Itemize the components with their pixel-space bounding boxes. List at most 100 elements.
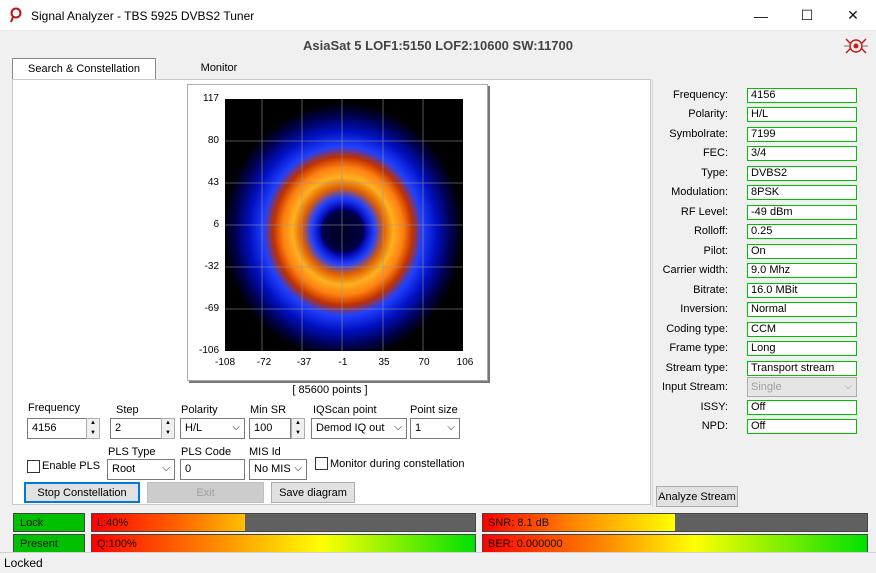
frequency-input[interactable]: 4156 [27,418,87,439]
prop-input-stream-value: Single [751,381,782,393]
iqscan-value: Demod IQ out [316,422,385,434]
prop-symbolrate-value: 7199 [747,127,857,142]
y-tick: -69 [204,303,219,314]
prop-issy-value: Off [747,400,857,415]
prop-input-stream-label: Input Stream: [661,381,728,393]
prop-frequency-label: Frequency: [672,89,728,101]
quality-meter-text: Q:100% [97,538,137,550]
prop-stream-type-label: Stream type: [665,362,728,374]
lock-indicator: Lock [13,513,85,532]
min-sr-label: Min SR [250,404,287,416]
iqscan-label: IQScan point [313,404,377,416]
point-size-value: 1 [415,422,422,434]
prop-type-label: Type: [701,167,728,179]
min-sr-input[interactable]: 100 [249,418,291,439]
prop-frame-type-label: Frame type: [669,342,728,354]
enable-pls-checkbox[interactable] [27,460,40,473]
pls-code-input[interactable]: 0 [180,459,245,480]
prop-inversion-label: Inversion: [680,303,728,315]
iqscan-select[interactable]: Demod IQ out ⌵ [311,418,407,439]
prop-rolloff-value: 0.25 [747,224,857,239]
status-bar: Locked [0,552,876,573]
x-tick: -72 [256,357,272,368]
pls-type-select[interactable]: Root ⌵ [107,459,175,480]
prop-npd-label: NPD: [701,420,728,432]
prop-pilot-value: On [747,244,857,259]
y-tick: -106 [198,345,219,356]
logo-icon [842,33,870,59]
chevron-down-icon: ⌵ [447,422,455,433]
min-sr-spinner[interactable]: ▲ ▼ [291,418,305,439]
prop-frame-type-value: Long [747,341,857,356]
satellite-header: AsiaSat 5 LOF1:5150 LOF2:10600 SW:11700 [302,38,573,53]
minimize-button[interactable]: — [738,0,784,31]
x-tick: -37 [296,357,312,368]
x-tick: 106 [456,357,474,368]
prop-carrier-width-value: 9.0 Mhz [747,263,857,278]
prop-stream-type-value: Transport stream [747,361,857,376]
prop-rf-level-value: -49 dBm [747,205,857,220]
mis-id-label: MIS Id [249,446,281,458]
constellation-svg [225,99,463,351]
mis-id-select[interactable]: No MIS ⌵ [249,459,307,480]
prop-pilot-label: Pilot: [703,245,728,257]
prop-bitrate-label: Bitrate: [693,284,728,296]
ber-meter-text: BER: 0.000000 [488,538,563,550]
step-label: Step [116,404,139,416]
pls-code-label: PLS Code [181,446,232,458]
chevron-down-icon: ⌵ [294,463,302,474]
prop-issy-label: ISSY: [700,401,728,413]
close-button[interactable]: ✕ [830,0,876,31]
y-tick: -32 [204,261,219,272]
monitor-during-label: Monitor during constellation [330,458,465,470]
step-spinner[interactable]: ▲ ▼ [161,418,175,439]
point-size-select[interactable]: 1 ⌵ [410,418,460,439]
y-tick: 80 [207,135,219,146]
y-tick: 43 [207,177,219,188]
y-tick: 6 [213,219,219,230]
monitor-during-checkbox[interactable] [315,457,328,470]
prop-input-stream-select[interactable]: Single ⌵ [747,377,857,397]
chevron-down-icon: ⌵ [844,381,852,392]
chevron-down-icon: ⌵ [394,422,402,433]
pls-type-value: Root [112,463,136,475]
enable-pls-label: Enable PLS [42,460,101,472]
x-tick: -108 [214,357,235,368]
prop-coding-type-label: Coding type: [666,323,728,335]
stop-constellation-button[interactable]: Stop Constellation [24,482,140,503]
save-diagram-button[interactable]: Save diagram [271,482,355,503]
prop-frequency-value: 4156 [747,88,857,103]
frequency-label: Frequency [28,402,80,414]
prop-coding-type-value: CCM [747,322,857,337]
prop-polarity-value: H/L [747,107,857,122]
polarity-label: Polarity [181,404,218,416]
chevron-down-icon: ⌵ [232,422,240,433]
frequency-spinner[interactable]: ▲ ▼ [86,418,100,439]
prop-rf-level-label: RF Level: [680,206,728,218]
level-meter: L:40% [91,513,476,532]
x-tick: -1 [338,357,348,368]
tab-search-constellation[interactable]: Search & Constellation [12,58,156,80]
analyze-stream-button[interactable]: Analyze Stream [656,486,738,507]
constellation-plot [225,99,463,351]
snr-meter-text: SNR: 8.1 dB [488,517,550,529]
x-tick: 35 [378,357,390,368]
prop-bitrate-value: 16.0 MBit [747,283,857,298]
window-title: Signal Analyzer - TBS 5925 DVBS2 Tuner [31,9,255,23]
point-size-label: Point size [410,404,458,416]
step-input[interactable]: 2 [110,418,162,439]
polarity-value: H/L [185,422,203,434]
prop-fec-value: 3/4 [747,146,857,161]
prop-fec-label: FEC: [702,147,728,159]
exit-button[interactable]: Exit [147,482,264,503]
polarity-select[interactable]: H/L ⌵ [180,418,245,439]
tab-monitor[interactable]: Monitor [182,58,256,79]
quality-meter-fill [92,535,475,552]
prop-rolloff-label: Rolloff: [693,225,728,237]
title-bar: Signal Analyzer - TBS 5925 DVBS2 Tuner —… [0,0,876,31]
prop-type-value: DVBS2 [747,166,857,181]
x-tick: 70 [418,357,430,368]
prop-modulation-value: 8PSK [747,185,857,200]
maximize-button[interactable]: ☐ [784,0,830,31]
ber-meter: BER: 0.000000 [482,534,868,553]
